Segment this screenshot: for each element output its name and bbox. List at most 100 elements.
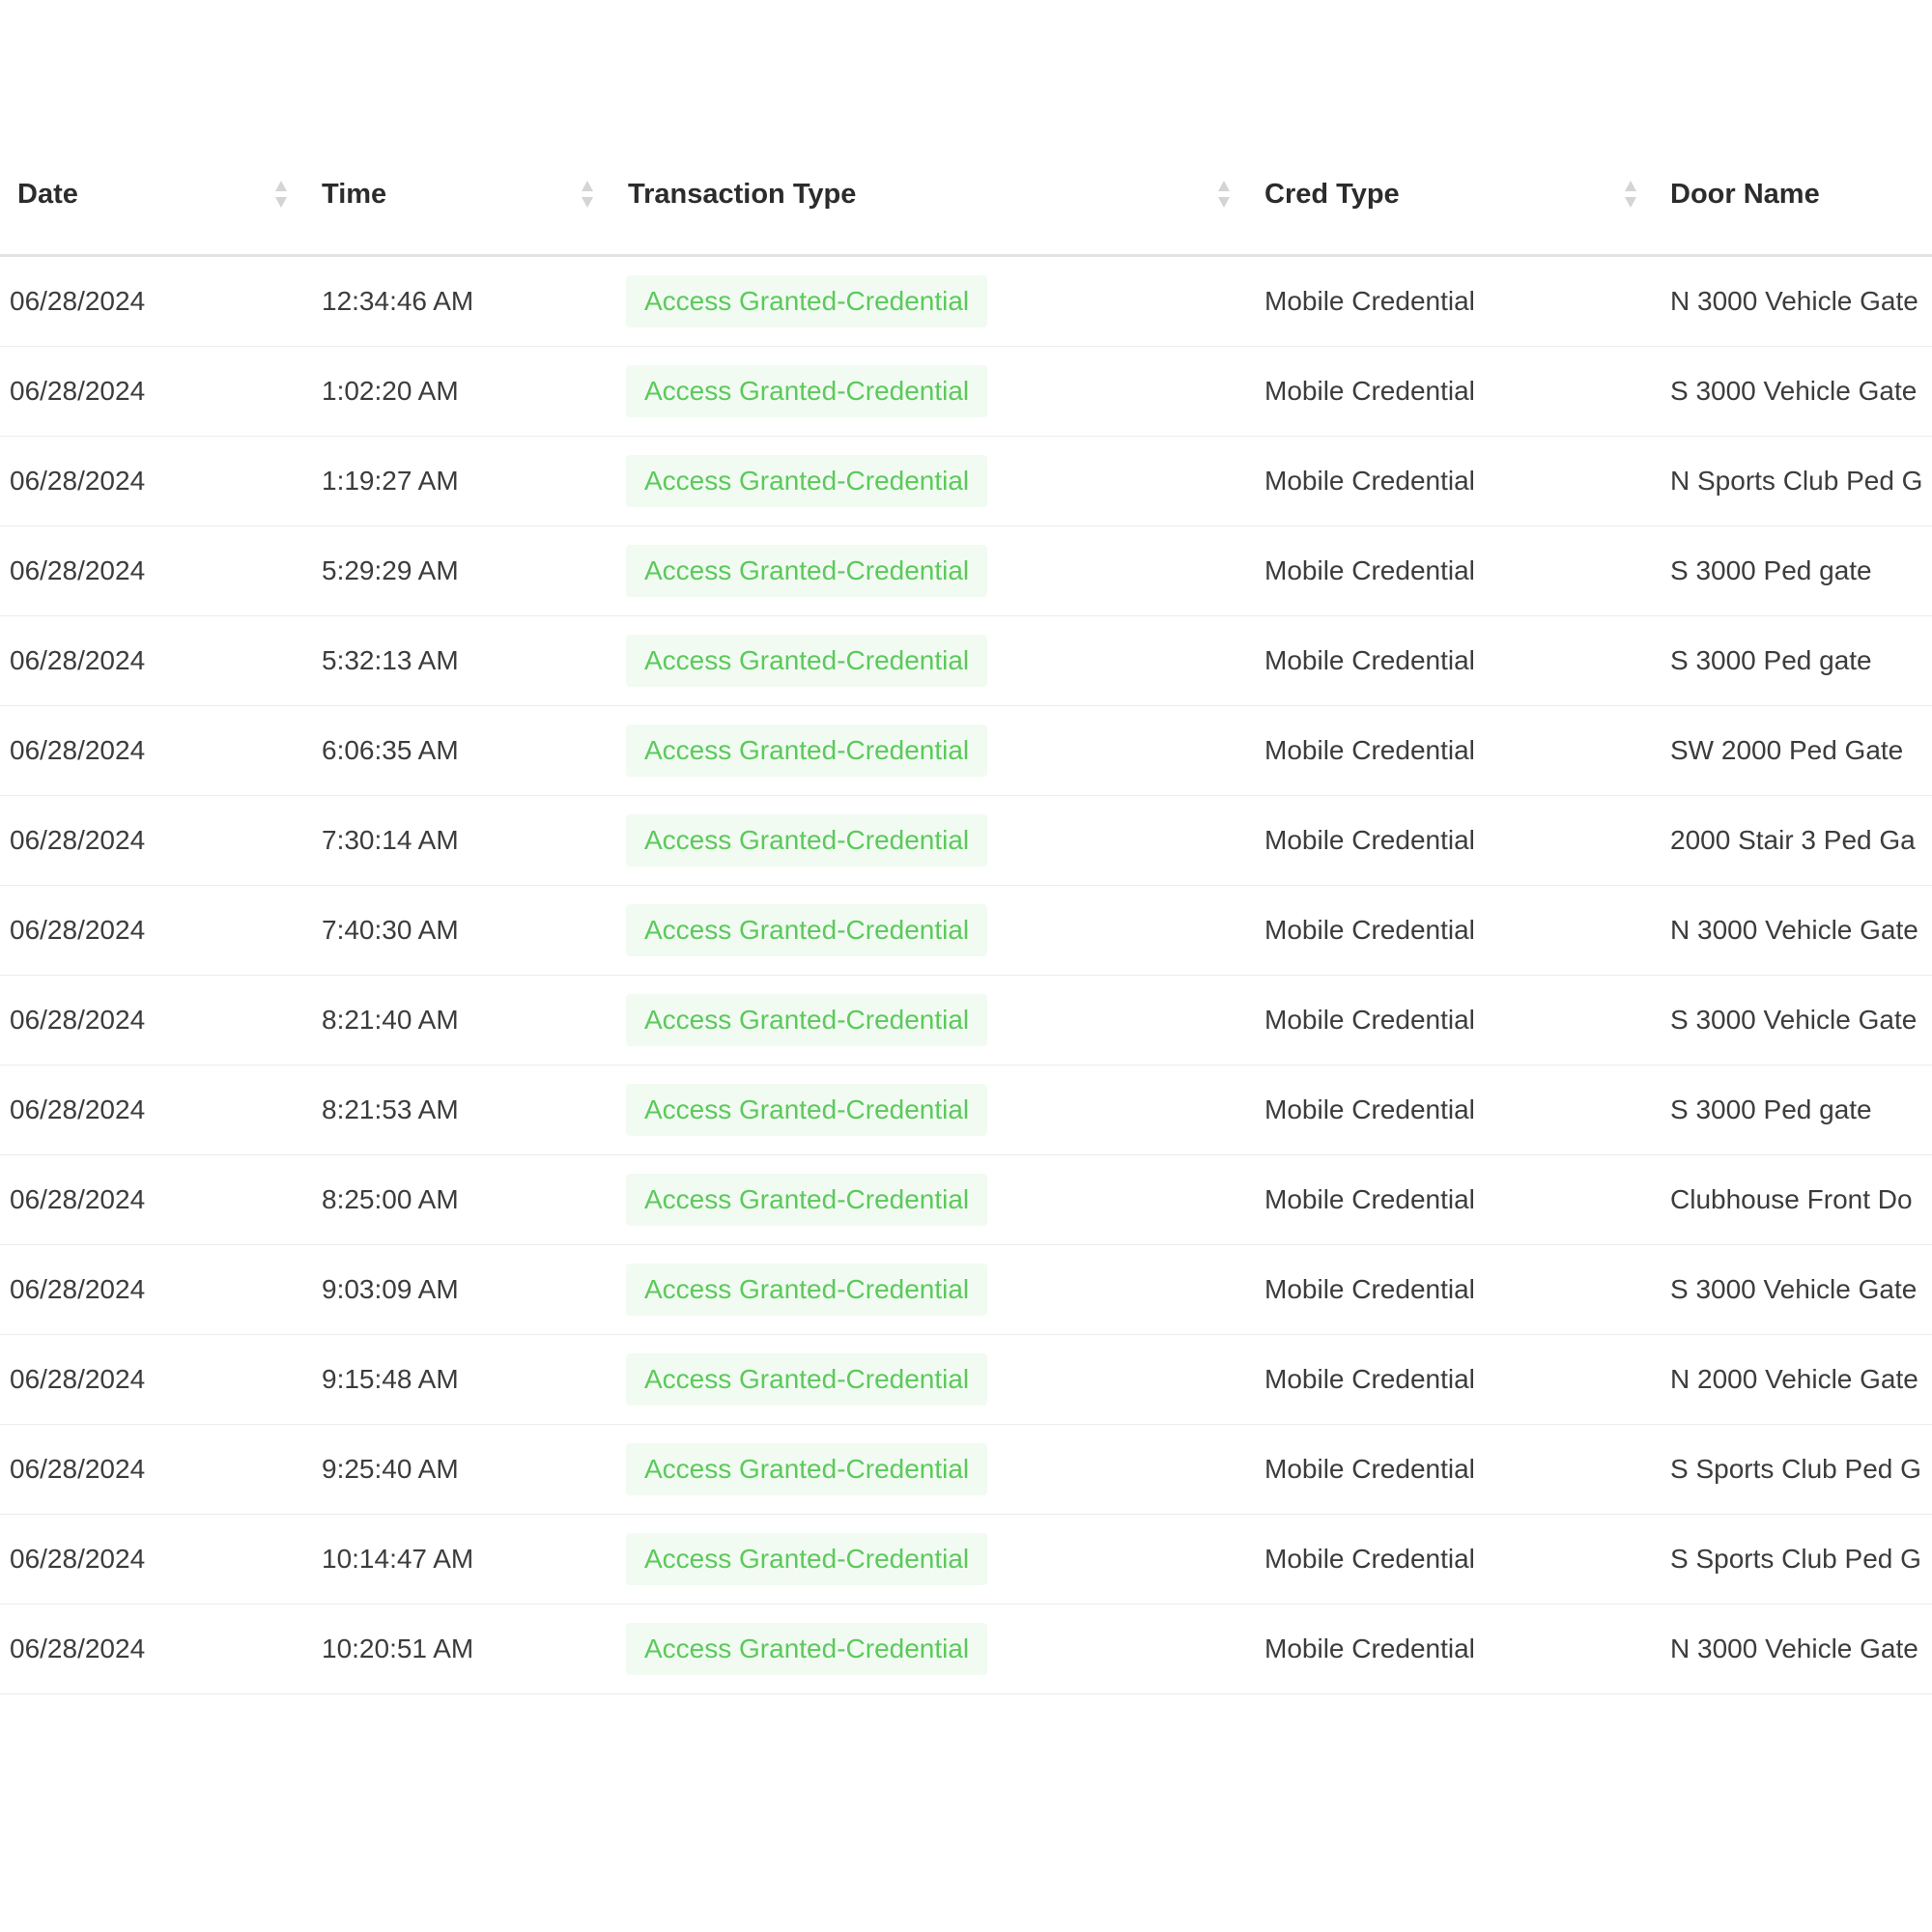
cell-date: 06/28/2024: [10, 915, 146, 945]
cell-transaction-type: Access Granted-Credential: [626, 1245, 1225, 1334]
status-badge: Access Granted-Credential: [626, 994, 988, 1046]
cell-time: 12:34:46 AM: [322, 286, 474, 316]
cell-time: 5:32:13 AM: [322, 645, 459, 675]
cell-cred-type: Mobile Credential: [1264, 1634, 1475, 1663]
status-badge: Access Granted-Credential: [626, 635, 988, 687]
cell-time: 8:21:53 AM: [322, 1094, 459, 1124]
table-row[interactable]: 06/28/2024 9:25:40 AM Access Granted-Crede…: [0, 1425, 1932, 1515]
table-row[interactable]: 06/28/2024 7:40:30 AM Access Granted-Crede…: [0, 886, 1932, 976]
cell-cred-type: Mobile Credential: [1264, 1094, 1475, 1124]
cell-date: 06/28/2024: [10, 466, 146, 496]
cell-time: 8:21:40 AM: [322, 1005, 459, 1035]
cell-transaction-type: Access Granted-Credential: [626, 1425, 1225, 1514]
cell-cred-type: Mobile Credential: [1264, 1454, 1475, 1484]
cell-time: 5:29:29 AM: [322, 555, 459, 585]
cell-door-name: 2000 Stair 3 Ped Ga: [1670, 825, 1916, 855]
table-row[interactable]: 06/28/2024 1:02:20 AM Access Granted-Crede…: [0, 347, 1932, 437]
status-badge: Access Granted-Credential: [626, 1623, 988, 1675]
cell-cred-type: Mobile Credential: [1264, 376, 1475, 406]
cell-cred-type: Mobile Credential: [1264, 1005, 1475, 1035]
cell-cred-type: Mobile Credential: [1264, 915, 1475, 945]
status-badge: Access Granted-Credential: [626, 814, 988, 867]
cell-transaction-type: Access Granted-Credential: [626, 796, 1225, 885]
cell-date: 06/28/2024: [10, 1184, 146, 1214]
status-badge: Access Granted-Credential: [626, 1174, 988, 1226]
cell-cred-type: Mobile Credential: [1264, 645, 1475, 675]
cell-transaction-type: Access Granted-Credential: [626, 976, 1225, 1065]
cell-time: 9:03:09 AM: [322, 1274, 459, 1304]
cell-door-name: S 3000 Ped gate: [1670, 1094, 1872, 1124]
table-row[interactable]: 06/28/2024 8:21:40 AM Access Granted-Crede…: [0, 976, 1932, 1065]
cell-time: 10:20:51 AM: [322, 1634, 474, 1663]
cell-cred-type: Mobile Credential: [1264, 286, 1475, 316]
cell-date: 06/28/2024: [10, 735, 146, 765]
column-header-date[interactable]: Date: [17, 135, 307, 254]
table-row[interactable]: 06/28/2024 6:06:35 AM Access Granted-Crede…: [0, 706, 1932, 796]
cell-cred-type: Mobile Credential: [1264, 1544, 1475, 1574]
cell-door-name: Clubhouse Front Do: [1670, 1184, 1913, 1214]
cell-cred-type: Mobile Credential: [1264, 466, 1475, 496]
status-badge: Access Granted-Credential: [626, 904, 988, 956]
cell-cred-type: Mobile Credential: [1264, 1184, 1475, 1214]
sort-icon[interactable]: [580, 178, 595, 211]
table-row[interactable]: 06/28/2024 9:15:48 AM Access Granted-Crede…: [0, 1335, 1932, 1425]
cell-date: 06/28/2024: [10, 1364, 146, 1394]
table-header: Date Time Transaction Type Cred Type Doo…: [0, 135, 1932, 257]
column-header-door-name[interactable]: Door Name: [1670, 135, 1932, 254]
cell-door-name: S 3000 Ped gate: [1670, 555, 1872, 585]
status-badge: Access Granted-Credential: [626, 365, 988, 417]
column-header-label: Door Name: [1670, 179, 1820, 210]
column-header-label: Transaction Type: [628, 179, 857, 210]
table-row[interactable]: 06/28/2024 5:32:13 AM Access Granted-Crede…: [0, 616, 1932, 706]
cell-door-name: S 3000 Vehicle Gate: [1670, 1005, 1918, 1035]
table-body: 06/28/2024 12:34:46 AM Access Granted-Cred…: [0, 257, 1932, 1694]
cell-transaction-type: Access Granted-Credential: [626, 526, 1225, 615]
cell-door-name: N 3000 Vehicle Gate: [1670, 1634, 1918, 1663]
column-header-time[interactable]: Time: [322, 135, 611, 254]
cell-transaction-type: Access Granted-Credential: [626, 1335, 1225, 1424]
table-row[interactable]: 06/28/2024 10:20:51 AM Access Granted-Cred…: [0, 1605, 1932, 1694]
cell-transaction-type: Access Granted-Credential: [626, 1155, 1225, 1244]
table-row[interactable]: 06/28/2024 5:29:29 AM Access Granted-Crede…: [0, 526, 1932, 616]
sort-icon[interactable]: [1623, 178, 1638, 211]
table-row[interactable]: 06/28/2024 1:19:27 AM Access Granted-Crede…: [0, 437, 1932, 526]
cell-time: 6:06:35 AM: [322, 735, 459, 765]
cell-date: 06/28/2024: [10, 1544, 146, 1574]
cell-transaction-type: Access Granted-Credential: [626, 1515, 1225, 1604]
cell-date: 06/28/2024: [10, 1634, 146, 1663]
cell-transaction-type: Access Granted-Credential: [626, 257, 1225, 346]
sort-icon[interactable]: [273, 178, 289, 211]
table-row[interactable]: 06/28/2024 8:21:53 AM Access Granted-Crede…: [0, 1065, 1932, 1155]
status-badge: Access Granted-Credential: [626, 1443, 988, 1495]
table-row[interactable]: 06/28/2024 10:14:47 AM Access Granted-Cred…: [0, 1515, 1932, 1605]
cell-door-name: N 2000 Vehicle Gate: [1670, 1364, 1918, 1394]
cell-transaction-type: Access Granted-Credential: [626, 1605, 1225, 1693]
table-row[interactable]: 06/28/2024 8:25:00 AM Access Granted-Crede…: [0, 1155, 1932, 1245]
cell-cred-type: Mobile Credential: [1264, 1364, 1475, 1394]
status-badge: Access Granted-Credential: [626, 724, 988, 777]
cell-door-name: N Sports Club Ped G: [1670, 466, 1923, 496]
cell-cred-type: Mobile Credential: [1264, 735, 1475, 765]
cell-date: 06/28/2024: [10, 376, 146, 406]
cell-time: 1:19:27 AM: [322, 466, 459, 496]
status-badge: Access Granted-Credential: [626, 545, 988, 597]
status-badge: Access Granted-Credential: [626, 1533, 988, 1585]
cell-transaction-type: Access Granted-Credential: [626, 1065, 1225, 1154]
cell-transaction-type: Access Granted-Credential: [626, 706, 1225, 795]
cell-door-name: S 3000 Vehicle Gate: [1670, 376, 1918, 406]
cell-door-name: S 3000 Vehicle Gate: [1670, 1274, 1918, 1304]
table-row[interactable]: 06/28/2024 12:34:46 AM Access Granted-Cred…: [0, 257, 1932, 347]
cell-door-name: N 3000 Vehicle Gate: [1670, 915, 1918, 945]
cell-transaction-type: Access Granted-Credential: [626, 437, 1225, 526]
cell-door-name: SW 2000 Ped Gate: [1670, 735, 1904, 765]
cell-transaction-type: Access Granted-Credential: [626, 886, 1225, 975]
sort-icon[interactable]: [1216, 178, 1232, 211]
table-row[interactable]: 06/28/2024 7:30:14 AM Access Granted-Crede…: [0, 796, 1932, 886]
cell-time: 9:15:48 AM: [322, 1364, 459, 1394]
status-badge: Access Granted-Credential: [626, 455, 988, 507]
column-header-cred-type[interactable]: Cred Type: [1264, 135, 1651, 254]
column-header-transaction-type[interactable]: Transaction Type: [628, 135, 1227, 254]
status-badge: Access Granted-Credential: [626, 1084, 988, 1136]
table-row[interactable]: 06/28/2024 9:03:09 AM Access Granted-Crede…: [0, 1245, 1932, 1335]
cell-transaction-type: Access Granted-Credential: [626, 616, 1225, 705]
